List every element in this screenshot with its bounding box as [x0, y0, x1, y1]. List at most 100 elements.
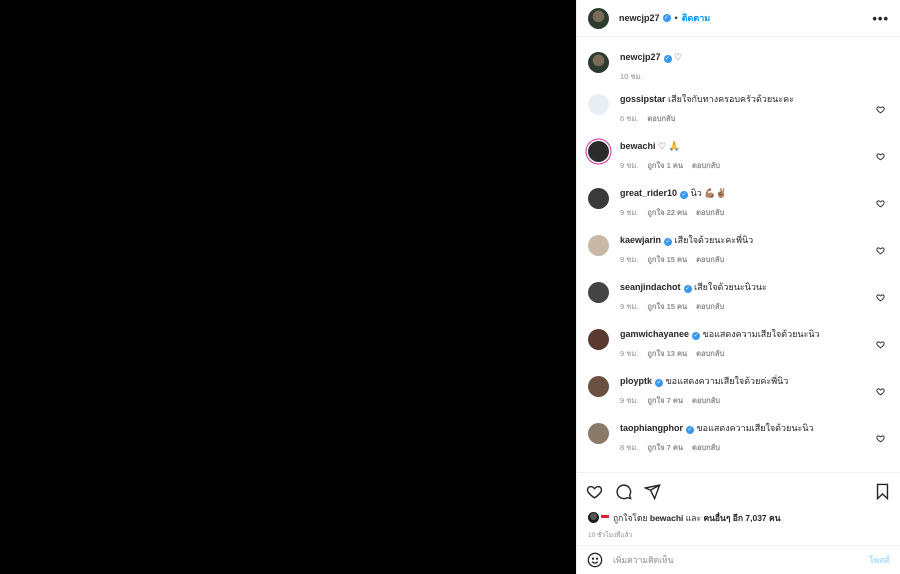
comment-row: seanjindachot ✓ เสียใจด้วยนะนิวนะ 9 ชม. ถูก…: [588, 272, 889, 319]
comment-likes[interactable]: ถูกใจ 13 คน: [647, 348, 687, 360]
comment-row: bewachi ♡ 🙏 9 ชม. ถูกใจ 1 คน ตอบกลับ: [588, 131, 889, 178]
reply-button[interactable]: ตอบกลับ: [696, 348, 724, 360]
commenter-username[interactable]: gossipstar: [620, 94, 666, 104]
comment-time: 9 ชม.: [620, 396, 639, 405]
more-options-icon[interactable]: •••: [872, 11, 889, 26]
commenter-username[interactable]: taophiangphor: [620, 423, 683, 433]
comment-text: เสียใจด้วยนะนิวนะ: [694, 282, 767, 292]
bookmark-icon[interactable]: [874, 483, 891, 500]
commenter-avatar[interactable]: [588, 188, 609, 209]
caption-time: 10 ชม.: [620, 72, 643, 81]
comment-row: kaewjarin ✓ เสียใจด้วยนะคะพี่นิว 9 ชม. ถูกใ…: [588, 225, 889, 272]
action-bar: [577, 472, 900, 510]
caption-text: ♡: [674, 52, 683, 62]
comment-time: 9 ชม.: [620, 302, 639, 311]
likes-prefix: ถูกใจโดย: [613, 512, 648, 523]
reply-button[interactable]: ตอบกลับ: [692, 160, 720, 172]
comment-likes[interactable]: ถูกใจ 15 คน: [647, 254, 687, 266]
follow-button[interactable]: ติดตาม: [682, 11, 711, 25]
commenter-avatar[interactable]: [588, 141, 609, 162]
verified-badge-icon: ✓: [683, 285, 692, 293]
comment-text: เสียใจกับทางครอบครัวด้วยนะคะ: [668, 94, 794, 104]
emoji-icon[interactable]: [587, 552, 603, 568]
post-sidebar: newcjp27 ✓ • ติดตาม ••• newcjp27 ✓ ♡ 10 ช…: [576, 0, 900, 574]
liker-flag-icon: [601, 514, 609, 521]
comment-text: ♡ 🙏: [658, 141, 680, 151]
comment-text: ขอแสดงความเสียใจด้วยนะนิว: [702, 329, 820, 339]
comment-likes[interactable]: ถูกใจ 7 คน: [647, 395, 683, 407]
comment-text: ขอแสดงความเสียใจด้วยค่ะพี่นิว: [665, 376, 789, 386]
comment-row: taophiangphor ✓ ขอแสดงความเสียใจด้วยนะนิว…: [588, 413, 889, 460]
commenter-avatar[interactable]: [588, 282, 609, 303]
comment-row: gamwichayanee ✓ ขอแสดงความเสียใจด้วยนะนิว…: [588, 319, 889, 366]
reply-button[interactable]: ตอบกลับ: [696, 301, 724, 313]
like-heart-icon[interactable]: [586, 483, 603, 500]
comment-like-icon[interactable]: [876, 199, 885, 208]
post-comment-button[interactable]: โพสต์: [869, 553, 890, 567]
commenter-avatar[interactable]: [588, 329, 609, 350]
share-icon[interactable]: [644, 483, 661, 500]
comment-row: ployptk ✓ ขอแสดงความเสียใจด้วยค่ะพี่นิว 9 …: [588, 366, 889, 413]
commenter-username[interactable]: ployptk: [620, 376, 652, 386]
separator-dot: •: [674, 13, 678, 23]
liker-avatar: [588, 512, 599, 523]
comment-time: 6 ชม.: [620, 114, 639, 123]
comment-like-icon[interactable]: [876, 246, 885, 255]
comment-like-icon[interactable]: [876, 387, 885, 396]
commenter-avatar[interactable]: [588, 423, 609, 444]
commenter-username[interactable]: gamwichayanee: [620, 329, 689, 339]
comment-likes[interactable]: ถูกใจ 22 คน: [647, 207, 687, 219]
commenter-username[interactable]: seanjindachot: [620, 282, 681, 292]
comment-time: 9 ชม.: [620, 255, 639, 264]
comment-likes[interactable]: ถูกใจ 7 คน: [647, 442, 683, 454]
reply-button[interactable]: ตอบกลับ: [692, 442, 720, 454]
post-timestamp: 10 ชั่วโมงที่แล้ว: [588, 532, 633, 539]
caption-username[interactable]: newcjp27: [620, 52, 661, 62]
comment-likes[interactable]: ถูกใจ 1 คน: [647, 160, 683, 172]
reply-button[interactable]: ตอบกลับ: [696, 254, 724, 266]
liker-username[interactable]: bewachi: [650, 513, 684, 523]
reply-button[interactable]: ตอบกลับ: [696, 207, 724, 219]
comment-time: 9 ชม.: [620, 161, 639, 170]
verified-badge-icon: ✓: [655, 379, 664, 387]
comment-text: นิว 💪🏽✌🏽: [690, 188, 727, 198]
verified-badge-icon: ✓: [663, 55, 672, 63]
post-viewer: newcjp27 ✓ • ติดตาม ••• newcjp27 ✓ ♡ 10 ช…: [0, 0, 900, 574]
author-avatar[interactable]: [588, 7, 609, 29]
comment-like-icon[interactable]: [876, 293, 885, 302]
caption-avatar[interactable]: [588, 52, 609, 73]
comments-list[interactable]: newcjp27 ✓ ♡ 10 ชม. gossipstar เสียใจกับท…: [577, 37, 900, 472]
comment-like-icon[interactable]: [876, 105, 885, 114]
comment-time: 9 ชม.: [620, 208, 639, 217]
reply-button[interactable]: ตอบกลับ: [692, 395, 720, 407]
reply-button[interactable]: ตอบกลับ: [647, 113, 675, 125]
comment-text: เสียใจด้วยนะคะพี่นิว: [674, 235, 754, 245]
comment-row: great_rider10 ✓ นิว 💪🏽✌🏽 9 ชม. ถูกใจ 22 คน ต…: [588, 178, 889, 225]
caption-row: newcjp27 ✓ ♡ 10 ชม.: [588, 37, 889, 84]
post-media[interactable]: [0, 0, 576, 574]
commenter-username[interactable]: great_rider10: [620, 188, 677, 198]
commenter-username[interactable]: kaewjarin: [620, 235, 661, 245]
likes-and: และ: [685, 512, 702, 523]
comment-icon[interactable]: [615, 483, 632, 500]
verified-badge-icon: ✓: [680, 191, 689, 199]
add-comment-bar: เพิ่มความคิดเห็น โพสต์: [577, 545, 900, 574]
verified-badge-icon: ✓: [664, 238, 673, 246]
likes-summary[interactable]: ถูกใจโดย bewachi และ คนอื่นๆ อีก 7,037 ค…: [577, 510, 900, 525]
commenter-username[interactable]: bewachi: [620, 141, 656, 151]
author-username[interactable]: newcjp27: [619, 13, 660, 23]
comment-like-icon[interactable]: [876, 340, 885, 349]
comment-like-icon[interactable]: [876, 434, 885, 443]
comment-input[interactable]: เพิ่มความคิดเห็น: [613, 553, 869, 567]
commenter-avatar[interactable]: [588, 235, 609, 256]
likes-others[interactable]: คนอื่นๆ อีก 7,037 คน: [703, 511, 780, 525]
comment-text: ขอแสดงความเสียใจด้วยนะนิว: [696, 423, 814, 433]
verified-badge-icon: ✓: [662, 14, 671, 22]
verified-badge-icon: ✓: [692, 332, 701, 340]
post-header: newcjp27 ✓ • ติดตาม •••: [577, 0, 900, 37]
commenter-avatar[interactable]: [588, 94, 609, 115]
comment-like-icon[interactable]: [876, 152, 885, 161]
comment-likes[interactable]: ถูกใจ 15 คน: [647, 301, 687, 313]
commenter-avatar[interactable]: [588, 376, 609, 397]
comment-time: 9 ชม.: [620, 349, 639, 358]
